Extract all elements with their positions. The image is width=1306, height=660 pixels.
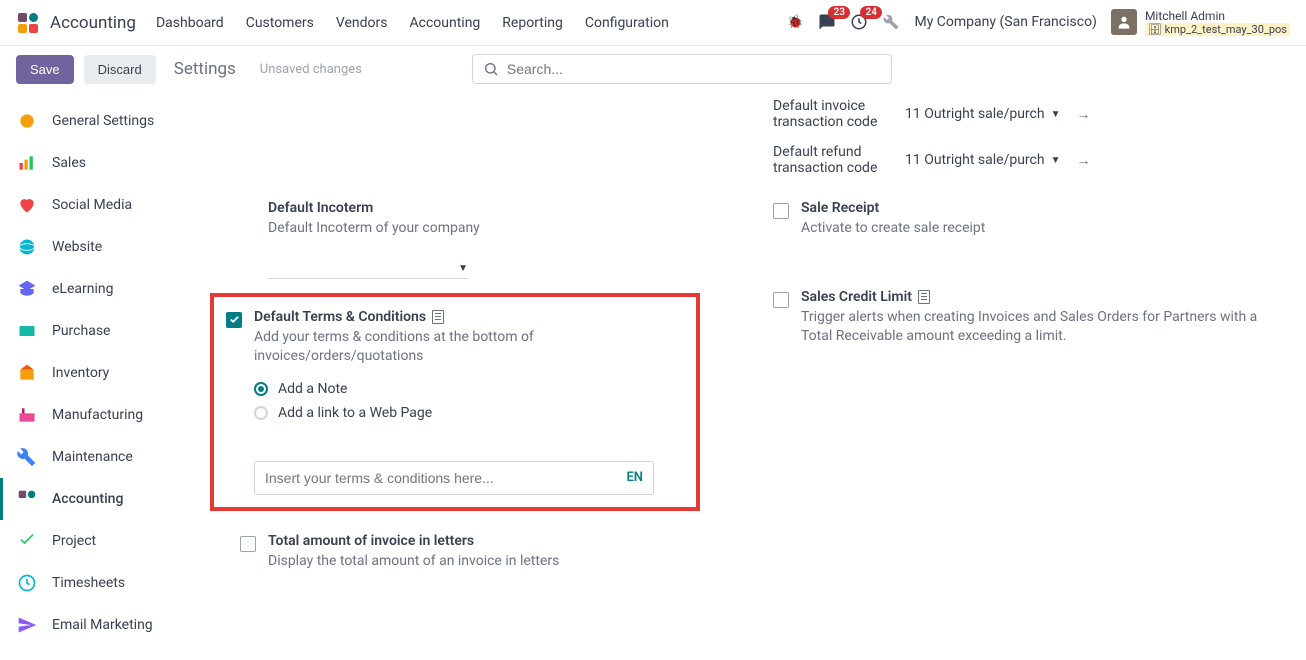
main-menu: Dashboard Customers Vendors Accounting R… (156, 15, 787, 31)
caret-down-icon: ▼ (1051, 109, 1061, 120)
menu-configuration[interactable]: Configuration (585, 15, 669, 31)
terms-title: Default Terms & Conditions (254, 309, 684, 325)
messages-badge: 23 (828, 6, 849, 19)
sidebar-item-project[interactable]: Project (0, 520, 180, 562)
radio-add-link[interactable] (254, 406, 268, 420)
user-menu[interactable]: Mitchell Admin 🗄 kmp_2_test_may_30_pos (1111, 9, 1290, 37)
menu-dashboard[interactable]: Dashboard (156, 15, 224, 31)
discard-button[interactable]: Discard (84, 55, 156, 84)
radio-add-link-label: Add a link to a Web Page (278, 405, 432, 421)
page-title: Settings (174, 59, 236, 79)
credit-limit-checkbox[interactable] (773, 292, 789, 308)
sidebar-item-general[interactable]: General Settings (0, 100, 180, 142)
sidebar-item-manufacturing[interactable]: Manufacturing (0, 394, 180, 436)
messages-icon[interactable]: 23 (818, 13, 836, 31)
terms-desc: Add your terms & conditions at the botto… (254, 328, 684, 367)
sale-receipt-checkbox[interactable] (773, 203, 789, 219)
default-incoterm-desc: Default Incoterm of your company (268, 219, 733, 239)
user-db: 🗄 kmp_2_test_may_30_pos (1145, 23, 1290, 36)
default-refund-tc-label: Default refund transaction code (773, 144, 893, 176)
settings-content: Default invoice transaction code 11 Outr… (180, 92, 1306, 660)
sidebar-item-email[interactable]: Email Marketing (0, 604, 180, 646)
terms-checkbox[interactable] (226, 312, 242, 328)
credit-limit-desc: Trigger alerts when creating Invoices an… (801, 308, 1266, 347)
default-incoterm-select[interactable]: ▼ (268, 259, 468, 279)
default-refund-tc-select[interactable]: 11 Outright sale/purch▼→ (905, 152, 1266, 169)
caret-down-icon: ▼ (1051, 155, 1061, 166)
radio-add-note[interactable] (254, 382, 268, 396)
default-incoterm-title: Default Incoterm (268, 200, 733, 216)
default-invoice-tc-select[interactable]: 11 Outright sale/purch▼→ (905, 106, 1266, 123)
menu-customers[interactable]: Customers (246, 15, 314, 31)
external-link-icon[interactable]: → (1077, 152, 1091, 169)
menu-accounting[interactable]: Accounting (409, 15, 480, 31)
radio-add-note-label: Add a Note (278, 381, 347, 397)
sidebar-item-sales[interactable]: Sales (0, 142, 180, 184)
terms-input-wrap[interactable]: EN (254, 461, 654, 495)
sidebar-item-maintenance[interactable]: Maintenance (0, 436, 180, 478)
sidebar-item-social[interactable]: Social Media (0, 184, 180, 226)
search-input[interactable] (507, 61, 881, 77)
sidebar-item-accounting[interactable]: Accounting (0, 478, 180, 520)
default-invoice-tc-label: Default invoice transaction code (773, 98, 893, 130)
bug-icon[interactable]: 🐞 (786, 13, 804, 31)
tools-icon[interactable] (882, 13, 900, 31)
activities-icon[interactable]: 24 (850, 13, 868, 31)
doc-icon[interactable] (918, 290, 930, 304)
sidebar-item-elearning[interactable]: eLearning (0, 268, 180, 310)
app-name[interactable]: Accounting (50, 13, 136, 33)
search-icon (483, 61, 499, 77)
app-logo[interactable] (16, 11, 40, 35)
sidebar-item-employees[interactable]: Employees (0, 646, 180, 660)
terms-textarea[interactable] (265, 470, 626, 486)
sidebar-item-timesheets[interactable]: Timesheets (0, 562, 180, 604)
external-link-icon[interactable]: → (1077, 106, 1091, 123)
credit-limit-title: Sales Credit Limit (801, 289, 1266, 305)
avatar (1111, 9, 1137, 35)
total-letters-title: Total amount of invoice in letters (268, 533, 733, 549)
lang-badge[interactable]: EN (626, 470, 643, 485)
doc-icon[interactable] (432, 310, 444, 324)
total-letters-desc: Display the total amount of an invoice i… (268, 552, 733, 572)
save-button[interactable]: Save (16, 55, 74, 84)
sidebar-item-website[interactable]: Website (0, 226, 180, 268)
user-name: Mitchell Admin (1145, 9, 1290, 23)
sale-receipt-desc: Activate to create sale receipt (801, 219, 1266, 239)
sale-receipt-title: Sale Receipt (801, 200, 1266, 216)
search-box[interactable] (472, 54, 892, 84)
caret-down-icon: ▼ (458, 263, 468, 274)
activities-badge: 24 (860, 6, 881, 19)
total-letters-checkbox[interactable] (240, 536, 256, 552)
terms-conditions-highlight: Default Terms & Conditions Add your term… (210, 293, 700, 511)
company-selector[interactable]: My Company (San Francisco) (914, 14, 1096, 30)
menu-reporting[interactable]: Reporting (502, 15, 563, 31)
menu-vendors[interactable]: Vendors (336, 15, 388, 31)
sidebar-item-inventory[interactable]: Inventory (0, 352, 180, 394)
settings-sidebar: General Settings Sales Social Media Webs… (0, 92, 180, 660)
unsaved-indicator: Unsaved changes (260, 62, 362, 77)
sidebar-item-purchase[interactable]: Purchase (0, 310, 180, 352)
